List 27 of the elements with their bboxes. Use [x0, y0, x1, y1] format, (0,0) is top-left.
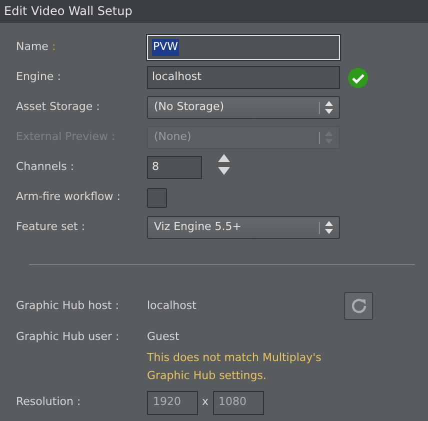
field-label: Name : — [16, 39, 57, 56]
refresh-button[interactable] — [344, 292, 373, 320]
dropdown[interactable]: Viz Engine 5.5+ — [147, 216, 340, 239]
dropdown[interactable]: (No Storage) — [147, 96, 340, 119]
updown-arrow-icon — [325, 221, 333, 234]
input-field[interactable]: PVW — [147, 35, 340, 60]
field-label: Channels : — [16, 159, 76, 176]
field-label: Graphic Hub host : — [16, 298, 120, 314]
input-field[interactable]: localhost — [147, 66, 340, 89]
refresh-icon — [350, 297, 368, 315]
warning-text: This does not match Multiplay's Graphic Hub settings. — [147, 350, 322, 384]
checkbox[interactable] — [147, 188, 167, 208]
field-value: localhost — [147, 298, 196, 314]
field-label: Graphic Hub user : — [16, 329, 120, 346]
number-field[interactable]: 1080 — [212, 390, 264, 414]
window-title: Edit Video Wall Setup — [0, 0, 428, 23]
number-field[interactable]: 8 — [147, 156, 202, 179]
field-label: Resolution : — [16, 394, 82, 410]
spin-arrows-icon[interactable] — [218, 154, 230, 175]
updown-arrow-icon — [325, 101, 333, 114]
times-sign: x — [202, 394, 209, 410]
number-field[interactable]: 1920 — [147, 390, 198, 414]
field-label: Engine : — [16, 69, 62, 86]
field-value: Guest — [147, 329, 180, 346]
field-label: Arm-fire workflow : — [16, 189, 122, 206]
field-label: Feature set : — [16, 219, 86, 236]
field-label: Asset Storage : — [16, 99, 101, 116]
